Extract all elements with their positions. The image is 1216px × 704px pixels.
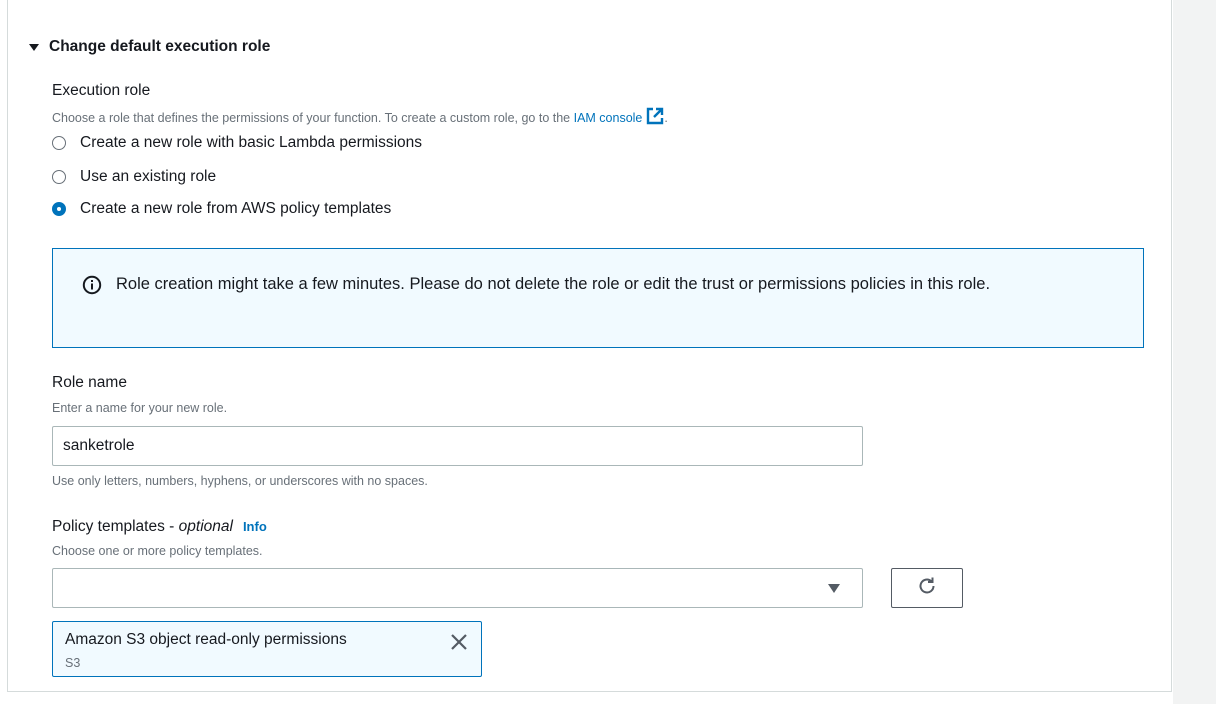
radio-label: Create a new role from AWS policy templa…: [80, 200, 392, 217]
radio-basic-lambda-role[interactable]: Create a new role with basic Lambda perm…: [52, 131, 422, 155]
external-link-icon: [646, 107, 664, 128]
role-creation-info-alert: Role creation might take a few minutes. …: [52, 248, 1144, 348]
token-label: Amazon S3 object read-only permissions: [65, 631, 347, 648]
policy-templates-label-text: Policy templates -: [52, 518, 179, 535]
radio-button[interactable]: [52, 136, 66, 150]
role-name-constraint: Use only letters, numbers, hyphens, or u…: [52, 474, 428, 488]
role-name-description: Enter a name for your new role.: [52, 401, 228, 415]
radio-button[interactable]: [52, 170, 66, 184]
change-execution-role-expander[interactable]: Change default execution role: [29, 36, 270, 58]
policy-template-token: Amazon S3 object read-only permissions S…: [52, 621, 482, 677]
radio-policy-templates-role[interactable]: Create a new role from AWS policy templa…: [52, 197, 391, 221]
info-icon: [82, 275, 102, 300]
info-link[interactable]: Info: [243, 519, 267, 534]
close-icon[interactable]: [449, 632, 469, 657]
alert-text: Role creation might take a few minutes. …: [116, 275, 991, 293]
role-name-input[interactable]: [52, 426, 863, 466]
iam-console-link-text: IAM console: [573, 111, 643, 125]
policy-templates-description: Choose one or more policy templates.: [52, 544, 263, 558]
description-text: Choose a role that defines the permissio…: [52, 111, 574, 125]
policy-templates-label: Policy templates - optional Info: [52, 518, 267, 536]
execution-role-description: Choose a role that defines the permissio…: [52, 107, 668, 128]
radio-label: Create a new role with basic Lambda perm…: [80, 134, 423, 151]
refresh-button[interactable]: [891, 568, 963, 608]
execution-role-label: Execution role: [52, 82, 151, 99]
optional-text: optional: [178, 518, 233, 535]
refresh-icon: [916, 575, 938, 602]
caret-down-icon: [29, 44, 39, 51]
radio-existing-role[interactable]: Use an existing role: [52, 165, 216, 189]
page-background-strip: [1173, 0, 1216, 704]
token-sub-label: S3: [65, 656, 81, 670]
iam-console-link[interactable]: IAM console: [573, 107, 665, 125]
radio-button-selected[interactable]: [52, 202, 66, 216]
expander-label: Change default execution role: [49, 38, 271, 55]
caret-down-icon: [828, 584, 840, 593]
role-name-label: Role name: [52, 374, 127, 391]
description-suffix: .: [664, 111, 668, 125]
policy-templates-select[interactable]: [52, 568, 863, 608]
radio-label: Use an existing role: [80, 168, 217, 185]
